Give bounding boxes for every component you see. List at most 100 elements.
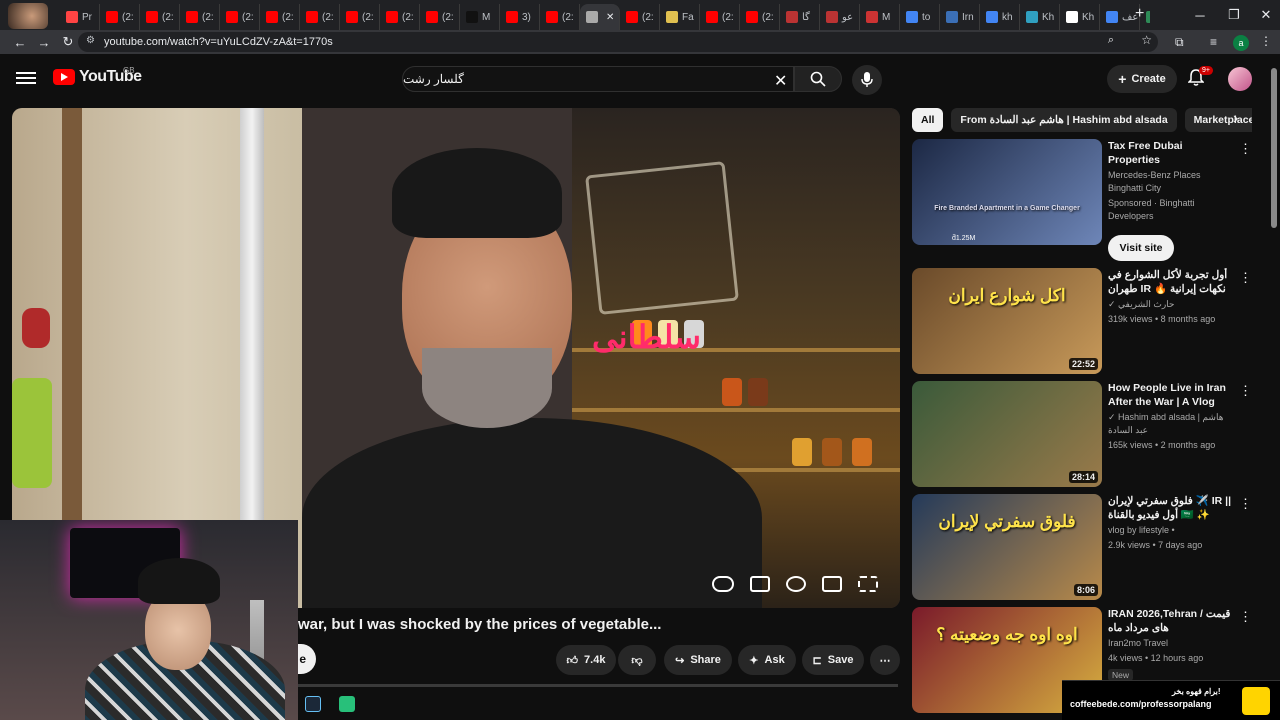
- page-divider: [298, 684, 898, 687]
- autoplay-toggle-icon[interactable]: [712, 576, 734, 592]
- filter-chip[interactable]: From هاشم عبد السادة | Hashim abd alsada: [951, 108, 1177, 132]
- app-icon[interactable]: [339, 696, 355, 712]
- browser-tab[interactable]: 3): [500, 4, 540, 30]
- browser-tab[interactable]: (2:: [620, 4, 660, 30]
- youtube-logo[interactable]: YouTube GB: [53, 66, 142, 86]
- browser-tab[interactable]: (2:: [340, 4, 380, 30]
- browser-tab[interactable]: M: [460, 4, 500, 30]
- browser-tab[interactable]: Fa: [660, 4, 700, 30]
- more-vertical-icon[interactable]: ⋮: [1239, 496, 1252, 512]
- browser-menu-icon[interactable]: ⋮: [1260, 34, 1272, 48]
- page-scrollbar[interactable]: [1271, 60, 1277, 690]
- account-avatar[interactable]: [1228, 67, 1252, 91]
- more-vertical-icon[interactable]: ⋮: [1239, 609, 1252, 625]
- reading-list-icon[interactable]: ≡: [1210, 35, 1217, 49]
- browser-tab[interactable]: (2:: [740, 4, 780, 30]
- new-tab-button[interactable]: +: [1135, 5, 1144, 23]
- video-meta: 165k views • 2 months ago: [1108, 440, 1216, 450]
- close-window-icon[interactable]: ✕: [1246, 0, 1280, 30]
- browser-tab[interactable]: (2:: [180, 4, 220, 30]
- browser-tab[interactable]: to: [900, 4, 940, 30]
- video-title[interactable]: IRAN 2026,Tehran / قیمت های مرداد ماه: [1108, 607, 1236, 635]
- channel-name[interactable]: ✓ حارث الشريفي: [1108, 298, 1236, 311]
- video-title[interactable]: فلوق سفرتي لإيران ✈️ IR || أول فيديو بال…: [1108, 494, 1236, 522]
- forward-icon[interactable]: →: [32, 30, 56, 54]
- visit-site-button[interactable]: Visit site: [1108, 235, 1174, 261]
- search-input[interactable]: گلسار رشت: [402, 66, 794, 92]
- plus-icon: +: [1118, 71, 1127, 87]
- settings-gear-icon[interactable]: [786, 576, 806, 592]
- ask-button[interactable]: ✦ Ask: [738, 645, 796, 675]
- bookmark-star-icon[interactable]: ☆: [1141, 33, 1152, 47]
- channel-name[interactable]: Mercedes-Benz Places Binghatti City: [1108, 169, 1236, 195]
- browser-tab[interactable]: (2:: [220, 4, 260, 30]
- more-actions-button[interactable]: ⋯: [870, 645, 900, 675]
- browser-tab[interactable]: (2:: [100, 4, 140, 30]
- browser-tab[interactable]: ✕: [580, 4, 620, 30]
- browser-tab[interactable]: (2:: [540, 4, 580, 30]
- menu-icon[interactable]: [16, 69, 36, 89]
- thumbs-down-icon: 👎︎: [631, 654, 643, 667]
- browser-tab[interactable]: M: [860, 4, 900, 30]
- profile-chip[interactable]: a: [1233, 35, 1249, 51]
- browser-tab[interactable]: (2:: [300, 4, 340, 30]
- browser-tab[interactable]: kh: [980, 4, 1020, 30]
- fullscreen-icon[interactable]: [858, 576, 878, 592]
- more-vertical-icon[interactable]: ⋮: [1239, 270, 1252, 286]
- browser-profile-avatar[interactable]: [8, 3, 48, 29]
- recommended-video[interactable]: اكل شوارع ايران 22:52 أول تجربة لأكل الشوا…: [912, 268, 1252, 376]
- filter-chip[interactable]: Marketplaces: [1184, 108, 1252, 132]
- browser-tab[interactable]: گا: [780, 4, 820, 30]
- like-button[interactable]: 👍︎ 7.4k: [556, 645, 616, 675]
- zoom-icon[interactable]: ⌕: [1108, 34, 1114, 47]
- video-thumbnail[interactable]: Fire Branded Apartment in a Game Changer…: [912, 139, 1102, 245]
- video-title[interactable]: أول تجربة لأكل الشوارع في طهران IR 🔥 نكه…: [1108, 268, 1236, 296]
- channel-name[interactable]: Iran2mo Travel: [1108, 637, 1236, 650]
- video-title[interactable]: Tax Free Dubai Properties: [1108, 139, 1236, 167]
- browser-tab[interactable]: (2:: [260, 4, 300, 30]
- video-thumbnail[interactable]: فلوق سفرتي لإيران 8:06: [912, 494, 1102, 600]
- clear-search-icon[interactable]: ✕: [774, 71, 787, 91]
- share-icon: ↪: [675, 654, 685, 667]
- browser-tab[interactable]: Kh: [1060, 4, 1100, 30]
- more-vertical-icon[interactable]: ⋮: [1239, 383, 1252, 399]
- video-thumbnail[interactable]: 28:14: [912, 381, 1102, 487]
- browser-tab[interactable]: (2:: [380, 4, 420, 30]
- back-icon[interactable]: ←: [8, 30, 32, 54]
- more-vertical-icon[interactable]: ⋮: [1239, 141, 1252, 157]
- video-meta: 4k views • 12 hours ago: [1108, 653, 1204, 663]
- create-button[interactable]: + Create: [1107, 65, 1177, 93]
- browser-tab[interactable]: (2:: [140, 4, 180, 30]
- browser-tab[interactable]: Kh: [1020, 4, 1060, 30]
- site-info-icon[interactable]: ⚙: [86, 35, 95, 46]
- miniplayer-icon[interactable]: [822, 576, 842, 592]
- channel-name[interactable]: vlog by lifestyle •: [1108, 524, 1236, 537]
- browser-tab[interactable]: Irn: [940, 4, 980, 30]
- captions-icon[interactable]: [750, 576, 770, 592]
- voice-search-button[interactable]: [852, 65, 882, 95]
- search-button[interactable]: [794, 66, 842, 92]
- youtube-header: YouTube GB گلسار رشت ✕ + Create 9+: [0, 54, 1280, 104]
- save-button[interactable]: ⊏ Save: [802, 645, 864, 675]
- browser-tab[interactable]: Pr: [60, 4, 100, 30]
- reload-icon[interactable]: ↻: [56, 30, 80, 54]
- recommended-video[interactable]: Fire Branded Apartment in a Game Changer…: [912, 139, 1252, 261]
- share-button[interactable]: ↪ Share: [664, 645, 732, 675]
- taskbar-icons: [305, 696, 355, 712]
- browser-tab[interactable]: (2:: [700, 4, 740, 30]
- steam-icon[interactable]: [305, 696, 321, 712]
- recommended-video[interactable]: فلوق سفرتي لإيران 8:06 فلوق سفرتي لإيران ✈…: [912, 494, 1252, 602]
- filter-chip[interactable]: All: [912, 108, 944, 132]
- extensions-icon[interactable]: ⧉: [1175, 35, 1184, 50]
- url-bar[interactable]: ⚙ youtube.com/watch?v=uYuLCdZV-zA&t=1770…: [78, 32, 1158, 52]
- browser-tab[interactable]: (2:: [420, 4, 460, 30]
- recommended-video[interactable]: 28:14 How People Live in Iran After the W…: [912, 381, 1252, 489]
- dislike-button[interactable]: 👎︎: [618, 645, 656, 675]
- close-tab-icon[interactable]: ✕: [606, 12, 614, 23]
- video-thumbnail[interactable]: اكل شوارع ايران 22:52: [912, 268, 1102, 374]
- browser-tab[interactable]: عو: [820, 4, 860, 30]
- browser-tab[interactable]: عف: [1100, 4, 1140, 30]
- video-title[interactable]: How People Live in Iran After the War | …: [1108, 381, 1236, 409]
- chevron-right-icon[interactable]: ›: [1233, 110, 1238, 128]
- channel-name[interactable]: ✓ Hashim abd alsada | هاشم عبد السادة: [1108, 411, 1236, 437]
